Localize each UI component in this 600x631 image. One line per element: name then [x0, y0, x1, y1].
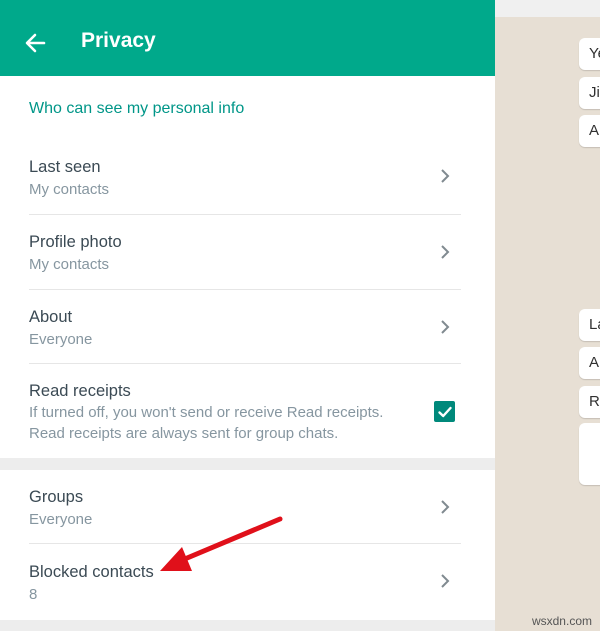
privacy-panel: Privacy Who can see my personal info Las… [0, 0, 495, 631]
chevron-right-icon [441, 500, 450, 514]
last-seen-label: Last seen [29, 158, 101, 176]
profile-photo-value: My contacts [29, 256, 110, 273]
chevron-right-icon [441, 320, 450, 334]
chat-top-strip [495, 0, 600, 17]
chevron-right-icon [441, 574, 450, 588]
profile-photo-label: Profile photo [29, 233, 122, 251]
read-receipts-description: If turned off, you won't send or receive… [29, 404, 384, 442]
about-row[interactable]: About Everyone [0, 290, 495, 363]
watermark: wsxdn.com [531, 614, 592, 628]
page-title: Privacy [81, 29, 156, 52]
annotation-arrow [160, 516, 283, 571]
read-receipts-row[interactable]: Read receipts If turned off, you won't s… [0, 364, 495, 458]
chat-background-panel: Ye Ji A La A Re wsxdn.com [495, 0, 600, 631]
personal-info-card: Who can see my personal info Last seen M… [0, 76, 495, 458]
profile-photo-row[interactable]: Profile photo My contacts [0, 215, 495, 289]
chevron-right-icon [441, 169, 450, 183]
read-receipts-label: Read receipts [29, 382, 131, 400]
blocked-contacts-count: 8 [29, 586, 38, 603]
about-label: About [29, 308, 73, 326]
back-button[interactable] [18, 26, 52, 60]
back-arrow-icon [25, 33, 46, 53]
chat-bubble: A [579, 115, 600, 147]
chat-bubble: Ye [579, 38, 600, 70]
chat-bubble: La [579, 309, 600, 341]
section-title: Who can see my personal info [29, 100, 245, 117]
chat-bubble [579, 423, 600, 485]
chat-bubble: Ji [579, 77, 600, 109]
about-value: Everyone [29, 331, 93, 348]
chat-bubble: Re [579, 386, 600, 418]
last-seen-value: My contacts [29, 181, 110, 198]
last-seen-row[interactable]: Last seen My contacts [0, 142, 495, 214]
read-receipts-checkbox[interactable] [434, 401, 455, 422]
chevron-right-icon [441, 245, 450, 259]
groups-label: Groups [29, 488, 84, 506]
blocked-contacts-label: Blocked contacts [29, 563, 154, 581]
groups-value: Everyone [29, 511, 93, 528]
header-bar: Privacy [0, 0, 495, 76]
checkmark-icon [437, 406, 452, 417]
chat-bubble: A [579, 347, 600, 379]
